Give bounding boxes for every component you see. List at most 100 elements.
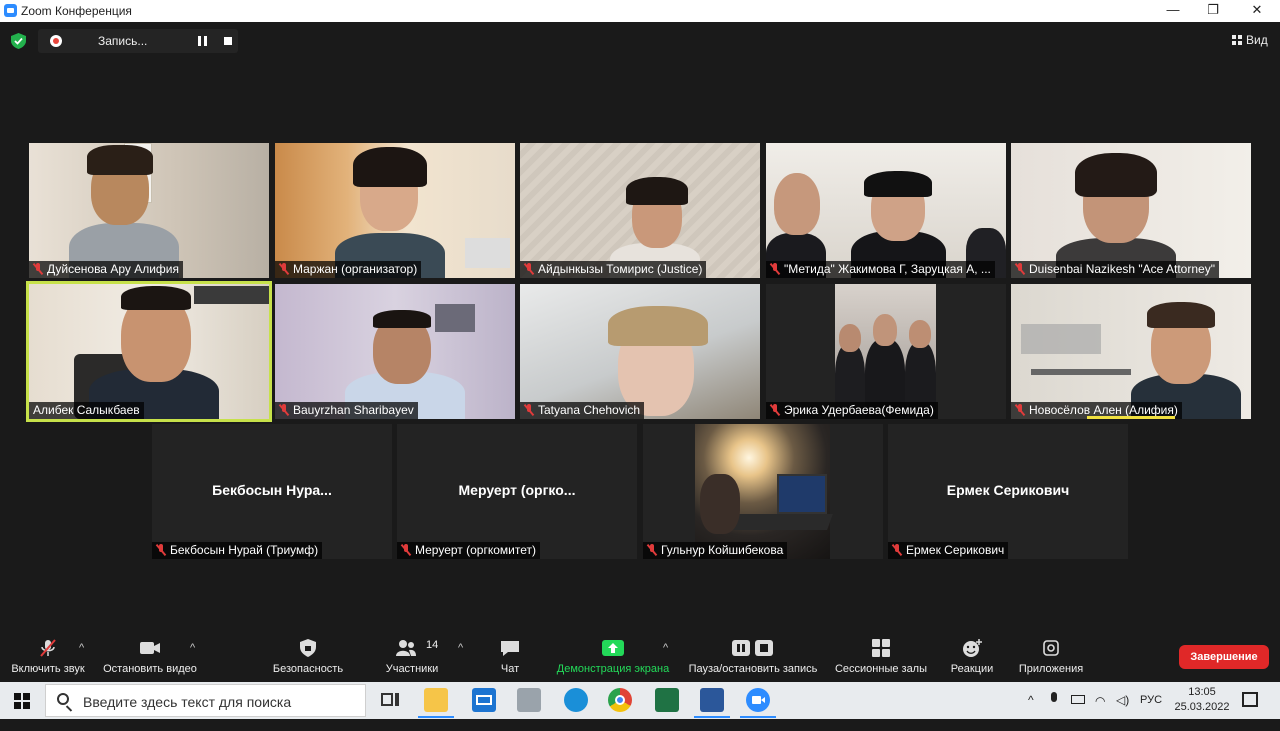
pause-recording-label: Пауза/остановить запись	[688, 663, 818, 675]
volume-icon[interactable]: ◁)	[1116, 693, 1129, 730]
participant-video	[1011, 143, 1251, 278]
wifi-icon[interactable]: ◠	[1095, 694, 1105, 731]
maximize-button[interactable]: ❐	[1190, 0, 1236, 22]
video-tile[interactable]: Бекбосын Нура... Бекбосын Нурай (Триумф)	[152, 424, 392, 559]
video-tile[interactable]: Айдынкызы Томирис (Justice)	[520, 143, 760, 278]
participant-display-name: Меруерт (оргко...	[458, 482, 576, 498]
close-button[interactable]: ✕	[1234, 0, 1280, 22]
zoom-icon[interactable]	[740, 688, 776, 718]
battery-icon[interactable]	[1071, 695, 1085, 704]
tray-overflow-icon[interactable]: ^	[1028, 693, 1034, 730]
participant-name: Алибек Салыкбаев	[29, 402, 144, 419]
participant-video	[520, 143, 760, 278]
pause-stop-recording-icon	[732, 640, 773, 656]
breakout-rooms-label: Сессионные залы	[834, 663, 928, 675]
share-screen-label: Демонстрация экрана	[556, 663, 670, 675]
participant-video	[766, 284, 1006, 419]
participant-video	[275, 143, 515, 278]
audio-level-bar	[1087, 416, 1175, 419]
task-view-icon[interactable]	[378, 688, 402, 712]
chrome-icon[interactable]	[608, 688, 632, 712]
word-icon[interactable]	[694, 688, 730, 718]
recording-label: Запись...	[98, 34, 148, 48]
apps-button[interactable]: Приложения	[1014, 630, 1088, 682]
recording-indicator: Запись...	[38, 29, 238, 53]
mic-muted-icon	[1015, 404, 1025, 416]
video-tile[interactable]: "Метида" Жакимова Г, Заруцкая А, ...	[766, 143, 1006, 278]
mic-muted-icon	[770, 263, 780, 275]
apps-icon	[1043, 640, 1059, 656]
unmute-button[interactable]: Включить звук	[0, 630, 96, 682]
view-button[interactable]: Вид	[1232, 33, 1268, 47]
video-tile[interactable]: Эрика Удербаева(Фемида)	[766, 284, 1006, 419]
pause-recording-button[interactable]: Пауза/остановить запись	[684, 630, 822, 682]
security-button[interactable]: Безопасность	[268, 630, 348, 682]
mic-muted-icon	[892, 544, 902, 556]
microphone-tray-icon[interactable]	[1050, 692, 1058, 706]
video-tile[interactable]: Bauyrzhan Sharibayev	[275, 284, 515, 419]
video-tile[interactable]: Новосёлов Ален (Алифия)	[1011, 284, 1251, 419]
search-icon	[57, 693, 69, 705]
windows-start-icon[interactable]	[14, 693, 30, 709]
participants-caret-icon[interactable]: ^	[458, 642, 463, 654]
language-indicator[interactable]: РУС	[1140, 694, 1162, 731]
video-tile[interactable]: Ермек Серикович Ермек Серикович	[888, 424, 1128, 559]
edge-icon[interactable]	[564, 688, 588, 712]
mail-icon[interactable]	[472, 688, 496, 712]
video-tile[interactable]: Tatyana Chehovich	[520, 284, 760, 419]
chat-button[interactable]: Чат	[490, 630, 530, 682]
participants-button[interactable]: 14 Участники	[380, 630, 444, 682]
participants-icon	[396, 640, 416, 656]
video-tile[interactable]: Duisenbai Nazikesh "Ace Attorney"	[1011, 143, 1251, 278]
breakout-rooms-icon	[872, 639, 890, 657]
stop-video-button[interactable]: Остановить видео	[98, 630, 202, 682]
video-tile[interactable]: Меруерт (оргко... Меруерт (оргкомитет)	[397, 424, 637, 559]
taskbar-search-input[interactable]: Введите здесь текст для поиска	[45, 684, 366, 717]
pause-recording-icon[interactable]	[198, 36, 207, 46]
share-options-caret-icon[interactable]: ^	[663, 642, 668, 654]
participant-display-name: Бекбосын Нура...	[212, 482, 332, 498]
participant-name: Эрика Удербаева(Фемида)	[766, 402, 938, 419]
reactions-smiley-icon	[963, 639, 982, 657]
security-label: Безопасность	[272, 663, 344, 675]
zoom-app-icon	[4, 4, 17, 17]
printer-icon[interactable]	[517, 688, 541, 712]
participants-label: Участники	[385, 663, 439, 675]
reactions-label: Реакции	[950, 663, 994, 675]
audio-options-caret-icon[interactable]: ^	[79, 642, 84, 654]
stop-recording-icon[interactable]	[224, 37, 232, 45]
taskbar-clock[interactable]: 13:05 25.03.2022	[1172, 685, 1232, 715]
participant-name: Айдынкызы Томирис (Justice)	[520, 261, 707, 278]
security-shield-icon	[300, 639, 316, 657]
participant-video	[275, 284, 515, 419]
notifications-icon[interactable]	[1242, 692, 1258, 707]
mic-muted-icon	[156, 544, 166, 556]
windows-taskbar: Введите здесь текст для поиска ^ ◠ ◁) РУ…	[0, 682, 1280, 719]
participant-name: Duisenbai Nazikesh "Ace Attorney"	[1011, 261, 1219, 278]
apps-label: Приложения	[1018, 663, 1084, 675]
participant-name: Дуйсенова Ару Алифия	[29, 261, 183, 278]
chat-bubble-icon	[501, 641, 519, 656]
breakout-rooms-button[interactable]: Сессионные залы	[832, 630, 930, 682]
mic-muted-icon	[1015, 263, 1025, 275]
video-options-caret-icon[interactable]: ^	[190, 642, 195, 654]
share-screen-button[interactable]: Демонстрация экрана	[552, 630, 674, 682]
mic-muted-icon	[647, 544, 657, 556]
end-meeting-button[interactable]: Завершение	[1179, 645, 1269, 669]
file-explorer-icon[interactable]	[418, 688, 454, 718]
video-tile-active-speaker[interactable]: Алибек Салыкбаев	[26, 281, 272, 422]
reactions-button[interactable]: Реакции	[944, 630, 1000, 682]
encryption-shield-icon[interactable]	[11, 33, 26, 49]
participant-video	[643, 424, 883, 559]
excel-icon[interactable]	[655, 688, 679, 712]
participants-count: 14	[426, 639, 439, 651]
video-tile[interactable]: Маржан (организатор)	[275, 143, 515, 278]
participant-name: Ермек Серикович	[888, 542, 1009, 559]
participant-name: Бекбосын Нурай (Триумф)	[152, 542, 323, 559]
participant-name: Bauyrzhan Sharibayev	[275, 402, 418, 419]
participant-name: "Метида" Жакимова Г, Заруцкая А, ...	[766, 261, 995, 278]
share-screen-icon	[602, 640, 624, 656]
video-tile[interactable]: Дуйсенова Ару Алифия	[29, 143, 269, 278]
video-tile[interactable]: Гульнур Койшибекова	[643, 424, 883, 559]
participant-video	[766, 143, 1006, 278]
